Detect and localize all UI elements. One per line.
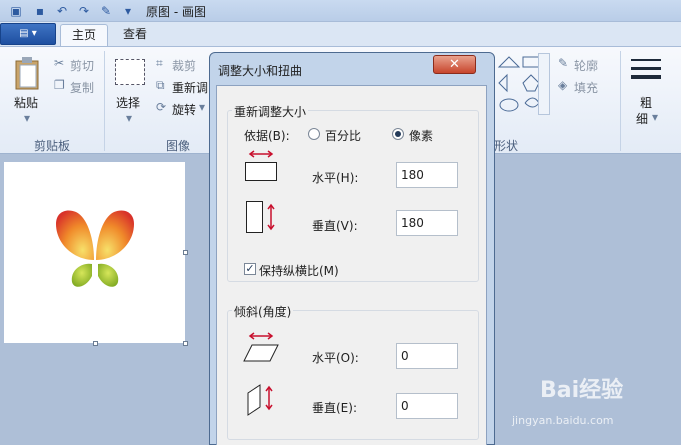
dialog-title: 调整大小和扭曲: [218, 64, 303, 78]
chevron-down-icon: ▾: [126, 111, 133, 125]
tab-home[interactable]: 主页: [60, 24, 108, 46]
drawing-canvas[interactable]: [4, 162, 185, 343]
copy-button[interactable]: 复制: [70, 79, 94, 96]
pen-icon[interactable]: ✎: [98, 3, 114, 19]
tab-view[interactable]: 查看: [112, 24, 158, 46]
rotate-icon: ⟳: [156, 100, 167, 114]
dialog-body: 重新调整大小 依据(B): 百分比 像素 水平(H): 180 垂直(V): 1…: [216, 85, 487, 445]
crop-icon: ⌗: [156, 56, 163, 70]
percent-radio[interactable]: [308, 128, 320, 140]
fill-button[interactable]: 填充: [574, 79, 598, 96]
skew-vertical-label: 垂直(E):: [312, 401, 357, 415]
chevron-down-icon[interactable]: ▾: [120, 3, 136, 19]
group-divider: [620, 51, 621, 151]
group-divider: [104, 51, 105, 151]
rotate-button[interactable]: 旋转: [172, 101, 196, 118]
ribbon-tab-bar: ▤ ▾ 主页 查看: [0, 22, 681, 46]
pixels-label[interactable]: 像素: [409, 127, 433, 144]
baidu-watermark-url: jingyan.baidu.com: [512, 414, 614, 427]
outline-button[interactable]: 轮廓: [574, 57, 598, 74]
resize-handle[interactable]: [183, 250, 188, 255]
resize-button[interactable]: 重新调: [172, 79, 208, 96]
group-label-image: 图像: [166, 139, 191, 153]
skew-horizontal-input[interactable]: 0: [396, 343, 458, 369]
keep-ratio-label[interactable]: 保持纵横比(M): [259, 262, 339, 279]
fill-icon: ◈: [558, 78, 568, 92]
cut-button[interactable]: 剪切: [70, 57, 94, 74]
paste-button[interactable]: 粘贴: [14, 94, 38, 111]
chevron-down-icon: ▾: [24, 111, 31, 125]
resize-groupbox: 重新调整大小 依据(B): 百分比 像素 水平(H): 180 垂直(V): 1…: [227, 103, 479, 282]
skew-groupbox: 倾斜(角度) 水平(O): 0 垂直(E): 0: [227, 303, 479, 440]
vertical-skew-icon: [247, 384, 273, 416]
by-label: 依据(B):: [244, 129, 290, 143]
resize-legend: 重新调整大小: [232, 103, 309, 120]
skew-horizontal-label: 水平(O):: [312, 351, 359, 365]
size-line: [631, 59, 661, 61]
chevron-down-icon: ▾: [199, 100, 206, 114]
copy-icon: ❐: [54, 78, 65, 92]
paste-icon: [15, 57, 39, 90]
resize-skew-dialog: 调整大小和扭曲 ✕ 重新调整大小 依据(B): 百分比 像素 水平(H): 18…: [209, 52, 495, 445]
group-label-clipboard: 剪贴板: [34, 139, 71, 153]
percent-label[interactable]: 百分比: [325, 127, 361, 144]
chevron-down-icon: ▾: [652, 110, 659, 124]
file-menu-button[interactable]: ▤ ▾: [0, 23, 56, 45]
resize-handle[interactable]: [93, 341, 98, 346]
horizontal-resize-icon: [245, 150, 277, 181]
vertical-resize-icon: [246, 201, 275, 233]
resize-vertical-input[interactable]: 180: [396, 210, 458, 236]
window-title: 原图 - 画图: [146, 5, 206, 19]
title-bar: ▣ ▪ ↶ ↷ ✎ ▾ 原图 - 画图: [0, 0, 681, 22]
horizontal-skew-icon: [243, 332, 279, 362]
resize-horizontal-input[interactable]: 180: [396, 162, 458, 188]
resize-icon: ⧉: [156, 78, 165, 92]
select-button[interactable]: 选择: [116, 94, 140, 111]
close-button[interactable]: ✕: [433, 55, 476, 74]
resize-handle[interactable]: [183, 341, 188, 346]
skew-vertical-input[interactable]: 0: [396, 393, 458, 419]
shapes-scroll[interactable]: [538, 53, 550, 115]
keep-ratio-checkbox[interactable]: ✓: [244, 263, 256, 275]
save-icon[interactable]: ▪: [32, 3, 48, 19]
resize-vertical-label: 垂直(V):: [312, 219, 358, 233]
baidu-watermark-logo: Bai经验: [540, 378, 624, 403]
redo-icon[interactable]: ↷: [76, 3, 92, 19]
pixels-radio[interactable]: [392, 128, 404, 140]
size-line: [631, 75, 661, 79]
undo-icon[interactable]: ↶: [54, 3, 70, 19]
crop-button[interactable]: 裁剪: [172, 57, 196, 74]
resize-horizontal-label: 水平(H):: [312, 171, 359, 185]
outline-icon: ✎: [558, 56, 569, 70]
butterfly-image: [56, 210, 134, 287]
size-label-top[interactable]: 粗: [640, 94, 652, 111]
size-label-bottom[interactable]: 细: [636, 110, 648, 127]
select-icon: [115, 59, 145, 85]
skew-legend: 倾斜(角度): [232, 303, 294, 320]
scissors-icon: ✂: [54, 56, 65, 70]
group-label-shapes: 形状: [494, 139, 519, 153]
app-menu-icon[interactable]: ▣: [8, 3, 24, 19]
size-line: [631, 67, 661, 70]
